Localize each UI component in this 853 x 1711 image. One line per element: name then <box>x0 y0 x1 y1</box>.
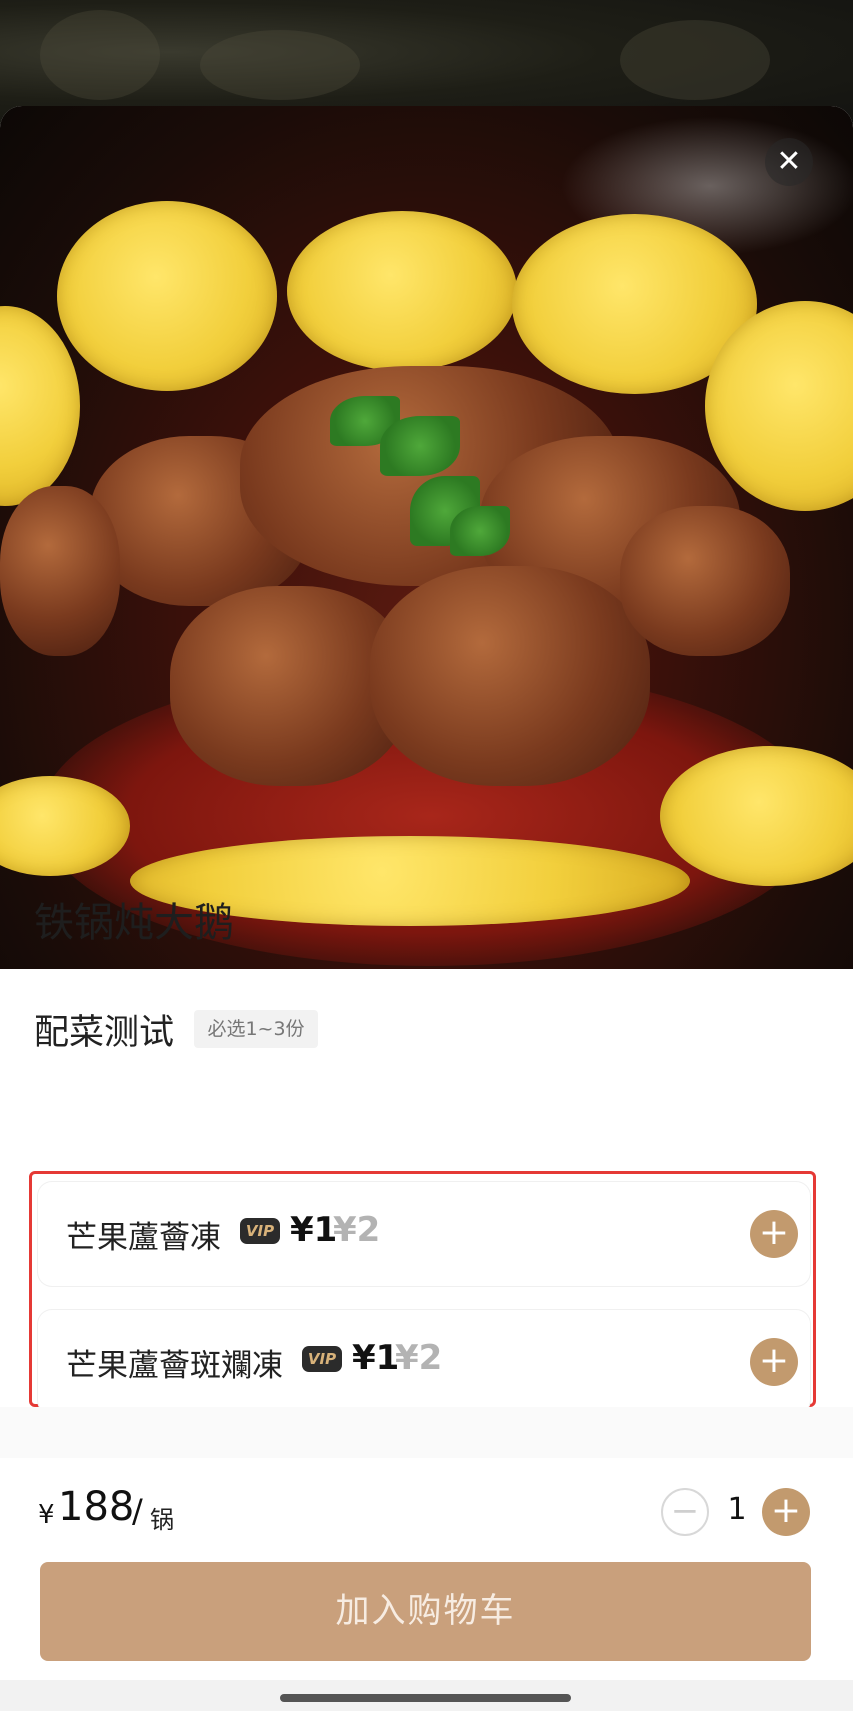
cart-footer: ¥ 188 / 锅 − 1 + 加入购物车 <box>0 1458 853 1711</box>
close-icon: ✕ <box>776 144 802 179</box>
option-name: 芒果蘆薈斑斕凍 <box>66 1348 283 1384</box>
increase-quantity-button[interactable]: + <box>762 1488 810 1536</box>
plus-icon: + <box>758 1212 790 1253</box>
currency-symbol: ¥ <box>38 1500 55 1530</box>
original-price: ¥2 <box>333 1210 381 1250</box>
side-option-2: 芒果蘆薈斑斕凍 VIP ¥1 ¥2 + <box>38 1310 810 1414</box>
vip-badge-icon: VIP <box>302 1346 342 1372</box>
decrease-quantity-button[interactable]: − <box>661 1488 709 1536</box>
dish-title: 铁锅炖大鹅 <box>34 900 234 946</box>
price-value: 188 <box>58 1484 135 1530</box>
plus-icon: + <box>758 1340 790 1381</box>
close-button[interactable]: ✕ <box>765 138 813 186</box>
price-unit: 锅 <box>150 1506 174 1534</box>
vip-price: ¥1 <box>352 1338 400 1378</box>
add-option-button[interactable]: + <box>750 1338 798 1386</box>
home-indicator[interactable] <box>280 1694 571 1702</box>
quantity-value: 1 <box>727 1492 747 1527</box>
requirement-badge: 必选1~3份 <box>194 1010 318 1048</box>
option-name: 芒果蘆薈凍 <box>66 1220 221 1256</box>
divider <box>0 1407 853 1458</box>
vip-badge-icon: VIP <box>240 1218 280 1244</box>
side-options-list: 芒果蘆薈凍 VIP ¥1 ¥2 + 芒果蘆薈斑斕凍 VIP ¥1 ¥2 + <box>29 1171 816 1414</box>
add-to-cart-button[interactable]: 加入购物车 <box>40 1562 811 1661</box>
add-option-button[interactable]: + <box>750 1210 798 1258</box>
plus-icon: + <box>770 1490 802 1531</box>
side-group-title: 配菜测试 <box>34 1013 175 1053</box>
original-price: ¥2 <box>395 1338 443 1378</box>
side-option-1: 芒果蘆薈凍 VIP ¥1 ¥2 + <box>38 1182 810 1286</box>
vip-price: ¥1 <box>290 1210 338 1250</box>
food-photo <box>0 106 853 969</box>
minus-icon: − <box>670 1491 700 1531</box>
price-separator: / <box>132 1492 143 1530</box>
